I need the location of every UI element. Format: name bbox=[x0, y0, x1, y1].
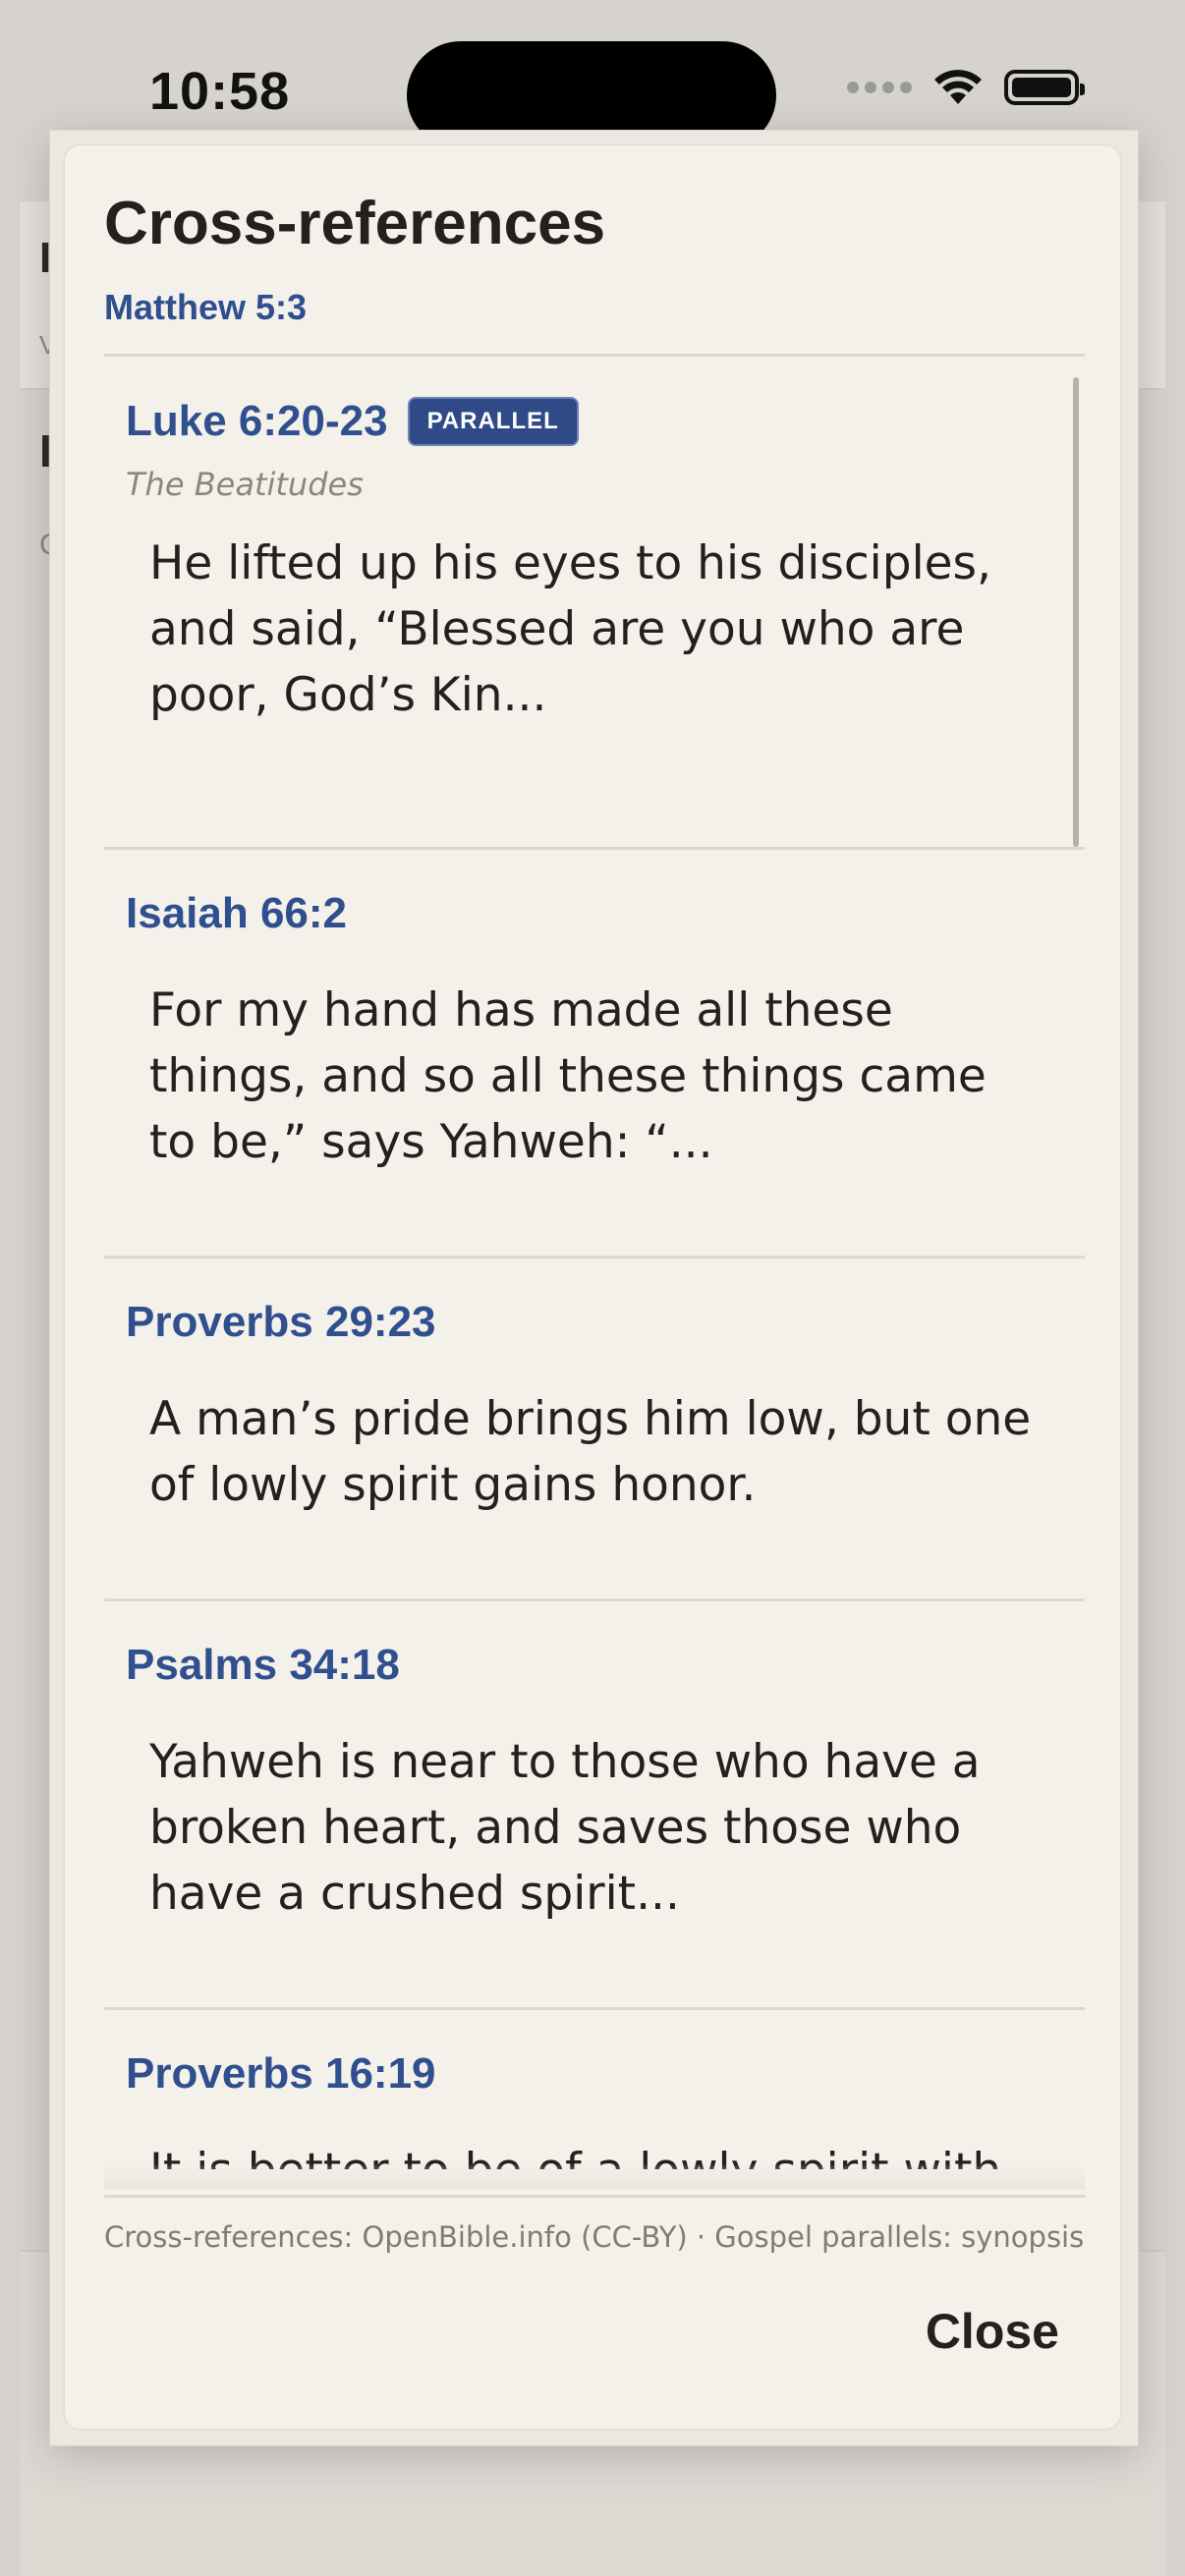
close-button[interactable]: Close bbox=[926, 2303, 1059, 2360]
cross-reference-list[interactable]: Luke 6:20-23 PARALLEL The Beatitudes He … bbox=[104, 375, 1085, 2169]
verse-preview: He lifted up his eyes to his disciples, … bbox=[149, 536, 991, 722]
reference-link[interactable]: Proverbs 16:19 bbox=[126, 2049, 436, 2099]
attribution-text: Cross-references: OpenBible.info (CC-BY)… bbox=[104, 2220, 1085, 2254]
status-icons bbox=[847, 69, 1085, 106]
cross-reference-item[interactable]: Isaiah 66:2 For my hand has made all the… bbox=[104, 850, 1085, 1259]
reference-row: Proverbs 29:23 bbox=[126, 1298, 1085, 1347]
parallel-badge: PARALLEL bbox=[407, 397, 579, 446]
divider bbox=[104, 2195, 1085, 2198]
verse-preview: For my hand has made all these things, a… bbox=[149, 983, 987, 1169]
cross-reference-item[interactable]: Proverbs 29:23 A man’s pride brings him … bbox=[104, 1259, 1085, 1601]
wifi-icon bbox=[934, 70, 982, 104]
reference-row: Isaiah 66:2 bbox=[126, 889, 1085, 938]
cross-references-sheet: Cross-references Matthew 5:3 Luke 6:20-2… bbox=[63, 143, 1122, 2431]
verse-preview: A man’s pride brings him low, but one of… bbox=[149, 1392, 1032, 1512]
divider bbox=[104, 354, 1085, 357]
reference-row: Psalms 34:18 bbox=[126, 1641, 1085, 1690]
status-time: 10:58 bbox=[149, 62, 291, 121]
sheet-title: Cross-references bbox=[104, 190, 606, 257]
scrollbar[interactable] bbox=[1073, 377, 1079, 847]
list-fade bbox=[104, 2163, 1085, 2189]
reference-link[interactable]: Luke 6:20-23 bbox=[126, 397, 388, 446]
reference-link[interactable]: Psalms 34:18 bbox=[126, 1641, 400, 1690]
reference-row: Proverbs 16:19 bbox=[126, 2049, 1085, 2099]
cross-reference-item[interactable]: Psalms 34:18 Yahweh is near to those who… bbox=[104, 1601, 1085, 2010]
battery-icon bbox=[1004, 70, 1085, 105]
reference-link[interactable]: Proverbs 29:23 bbox=[126, 1298, 436, 1347]
cross-reference-item[interactable]: Proverbs 16:19 It is better to be of a l… bbox=[104, 2010, 1085, 2169]
verse-preview: Yahweh is near to those who have a broke… bbox=[149, 1735, 981, 1921]
reference-row: Luke 6:20-23 PARALLEL bbox=[126, 397, 1085, 446]
cellular-signal-icon bbox=[847, 82, 912, 93]
reference-link[interactable]: Isaiah 66:2 bbox=[126, 889, 347, 938]
source-reference: Matthew 5:3 bbox=[104, 287, 308, 327]
cross-reference-item[interactable]: Luke 6:20-23 PARALLEL The Beatitudes He … bbox=[104, 375, 1085, 850]
pericope-title: The Beatitudes bbox=[126, 466, 364, 503]
